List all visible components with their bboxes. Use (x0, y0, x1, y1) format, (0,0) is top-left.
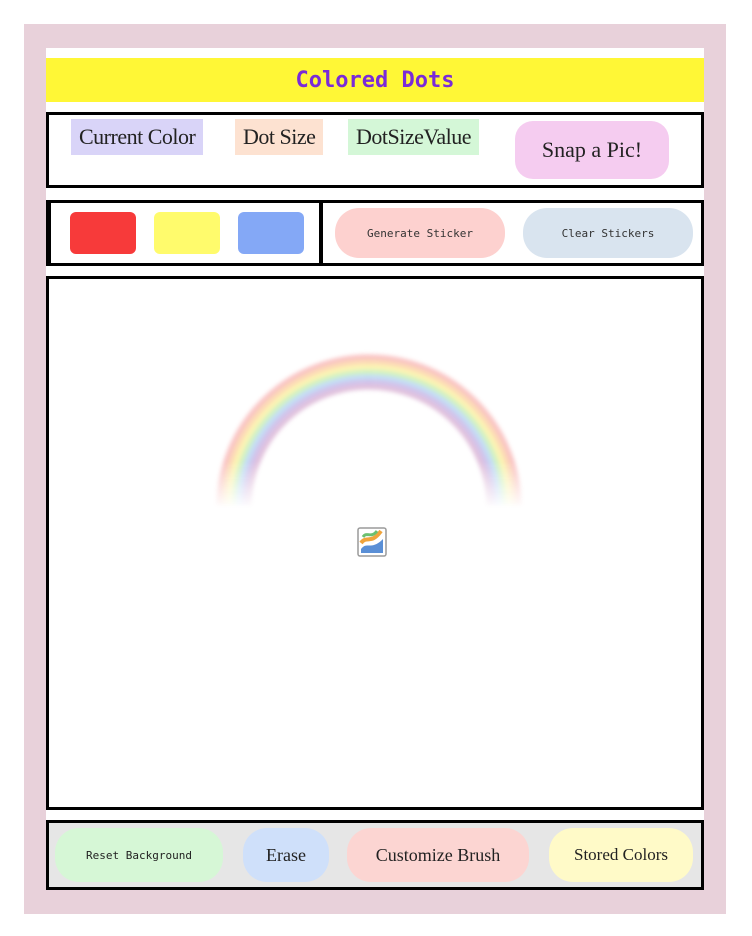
color-swatch-yellow[interactable] (154, 212, 220, 254)
dot-size-value: DotSizeValue (348, 119, 479, 155)
clear-stickers-button[interactable]: Clear Stickers (523, 208, 693, 258)
erase-button[interactable]: Erase (243, 828, 329, 882)
current-color-label: Current Color (71, 119, 204, 155)
reset-background-button[interactable]: Reset Background (55, 828, 223, 882)
stored-colors-button[interactable]: Stored Colors (549, 828, 693, 882)
color-palette (49, 203, 323, 263)
drawing-canvas[interactable] (46, 276, 704, 810)
bottom-toolbar: Reset Background Erase Customize Brush S… (46, 820, 704, 890)
color-swatch-blue[interactable] (238, 212, 304, 254)
customize-brush-button[interactable]: Customize Brush (347, 828, 529, 882)
dot-size-label: Dot Size (235, 119, 324, 155)
generate-sticker-button[interactable]: Generate Sticker (335, 208, 505, 258)
image-icon (357, 527, 387, 557)
tools-row: Generate Sticker Clear Stickers (46, 200, 704, 266)
page-title: Colored Dots (46, 58, 704, 102)
info-panel: Current Color Dot Size DotSizeValue Snap… (46, 112, 704, 188)
app-container: Colored Dots Current Color Dot Size DotS… (46, 48, 704, 890)
snap-pic-button[interactable]: Snap a Pic! (515, 121, 669, 179)
color-swatch-red[interactable] (70, 212, 136, 254)
rainbow-sticker[interactable] (199, 339, 539, 509)
